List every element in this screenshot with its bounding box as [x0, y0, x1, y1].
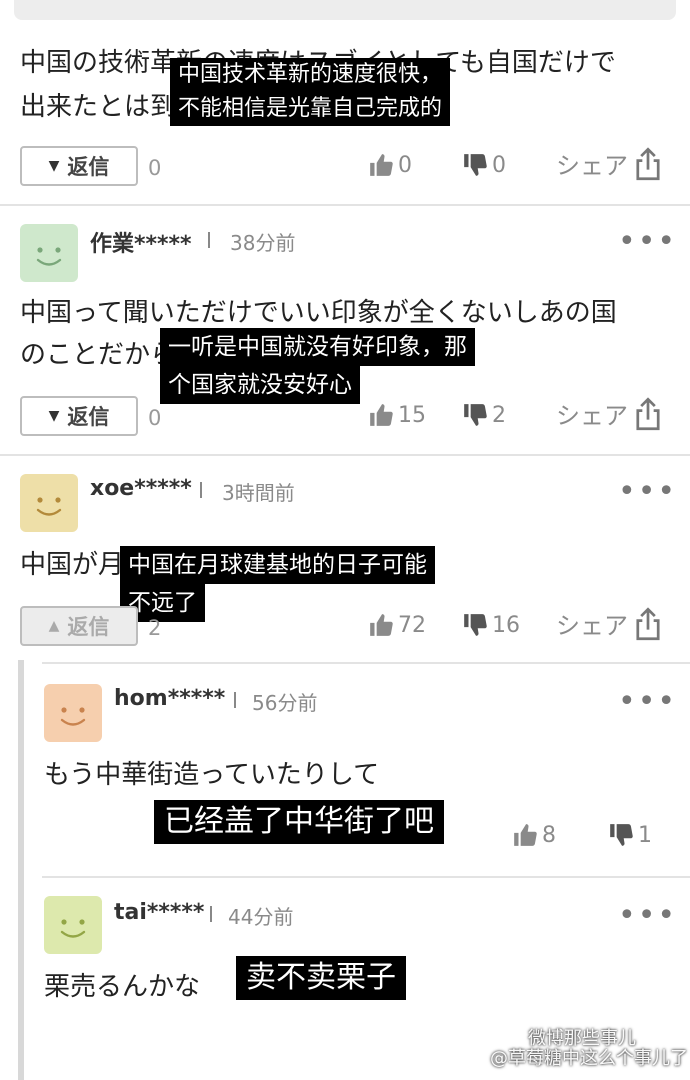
avatar[interactable] — [20, 224, 78, 282]
like-button[interactable]: 0 — [368, 152, 412, 178]
smiley-avatar-icon — [44, 896, 102, 954]
comment-body-line: 中国って聞いただけでいい印象が全くないしあの国 — [20, 298, 617, 328]
top-bar — [14, 0, 676, 20]
reply-button[interactable]: ▼ 返信 — [20, 396, 138, 436]
reply-button-label: 返信 — [67, 405, 110, 429]
more-options-icon[interactable]: ••• — [618, 901, 677, 931]
like-count: 15 — [398, 402, 426, 428]
dislike-button[interactable]: 1 — [608, 822, 652, 848]
reply-button-label: 返信 — [67, 615, 110, 639]
like-count: 72 — [398, 612, 426, 638]
dislike-count: 1 — [638, 822, 652, 848]
reply-body: 栗売るんかな — [44, 972, 201, 1002]
like-count: 0 — [398, 152, 412, 178]
username[interactable]: tai***** — [114, 900, 204, 925]
share-button[interactable]: シェア — [556, 146, 662, 181]
username[interactable]: xoe***** — [90, 476, 192, 501]
dislike-button[interactable]: 2 — [462, 402, 506, 428]
subtitle-caption: 卖不卖栗子 — [236, 956, 406, 1000]
like-button[interactable]: 15 — [368, 402, 426, 428]
reply-count: 0 — [148, 406, 162, 430]
like-button[interactable]: 8 — [512, 822, 556, 848]
timestamp: 56分前 — [252, 691, 318, 715]
smiley-avatar-icon — [20, 474, 78, 532]
dislike-count: 0 — [492, 152, 506, 178]
timestamp: 44分前 — [228, 905, 294, 929]
share-label: シェア — [556, 612, 628, 640]
username[interactable]: hom***** — [114, 686, 225, 711]
thumbs-up-icon — [514, 824, 537, 846]
share-icon — [636, 146, 660, 180]
subtitle-caption: 中国技术革新的速度很快， — [170, 58, 451, 92]
smiley-avatar-icon — [44, 684, 102, 742]
subtitle-caption: 已经盖了中华街了吧 — [154, 800, 444, 844]
divider — [42, 876, 690, 878]
thumbs-down-icon — [464, 614, 487, 636]
more-options-icon[interactable]: ••• — [618, 227, 677, 257]
share-icon — [636, 396, 660, 430]
share-label: シェア — [556, 402, 628, 430]
caret-down-icon: ▼ — [48, 158, 60, 174]
share-label: シェア — [556, 152, 628, 180]
divider — [0, 454, 690, 456]
thumbs-down-icon — [610, 824, 633, 846]
avatar[interactable] — [20, 474, 78, 532]
caret-down-icon: ▼ — [48, 408, 60, 424]
share-button[interactable]: シェア — [556, 396, 662, 431]
thumbs-up-icon — [370, 404, 393, 426]
separator — [208, 232, 210, 248]
avatar[interactable] — [44, 684, 102, 742]
avatar[interactable] — [44, 896, 102, 954]
timestamp: 38分前 — [230, 231, 296, 255]
reply-count: 0 — [148, 156, 162, 180]
share-icon — [636, 606, 660, 640]
username[interactable]: 作業***** — [90, 226, 192, 258]
share-button[interactable]: シェア — [556, 606, 662, 641]
dislike-count: 16 — [492, 612, 520, 638]
separator — [234, 692, 236, 708]
subtitle-caption: 一听是中国就没有好印象，那 — [160, 328, 475, 366]
caret-up-icon: ▲ — [48, 618, 60, 634]
thumbs-down-icon — [464, 154, 487, 176]
divider — [0, 204, 690, 206]
reply-button-label: 返信 — [67, 155, 110, 179]
reply-button-expanded[interactable]: ▲ 返信 — [20, 606, 138, 646]
subtitle-caption: 中国在月球建基地的日子可能 — [120, 546, 435, 584]
subtitle-caption: 个国家就没安好心 — [160, 366, 360, 404]
separator — [200, 482, 202, 498]
thumbs-up-icon — [370, 614, 393, 636]
dislike-button[interactable]: 16 — [462, 612, 520, 638]
timestamp: 3時間前 — [222, 481, 295, 505]
separator — [210, 906, 212, 922]
more-options-icon[interactable]: ••• — [618, 687, 677, 717]
more-options-icon[interactable]: ••• — [618, 477, 677, 507]
smiley-avatar-icon — [20, 224, 78, 282]
reply-count: 2 — [148, 616, 162, 640]
reply-thread-indicator — [18, 660, 24, 1080]
watermark-text: @草莓糖中这么个事儿了 — [490, 1048, 688, 1069]
reply-body: もう中華街造っていたりして — [44, 760, 380, 790]
like-button[interactable]: 72 — [368, 612, 426, 638]
thumbs-down-icon — [464, 404, 487, 426]
thumbs-up-icon — [370, 154, 393, 176]
like-count: 8 — [542, 822, 556, 848]
dislike-count: 2 — [492, 402, 506, 428]
divider — [42, 662, 690, 664]
reply-button[interactable]: ▼ 返信 — [20, 146, 138, 186]
dislike-button[interactable]: 0 — [462, 152, 506, 178]
subtitle-caption: 不能相信是光靠自己完成的 — [170, 92, 451, 126]
